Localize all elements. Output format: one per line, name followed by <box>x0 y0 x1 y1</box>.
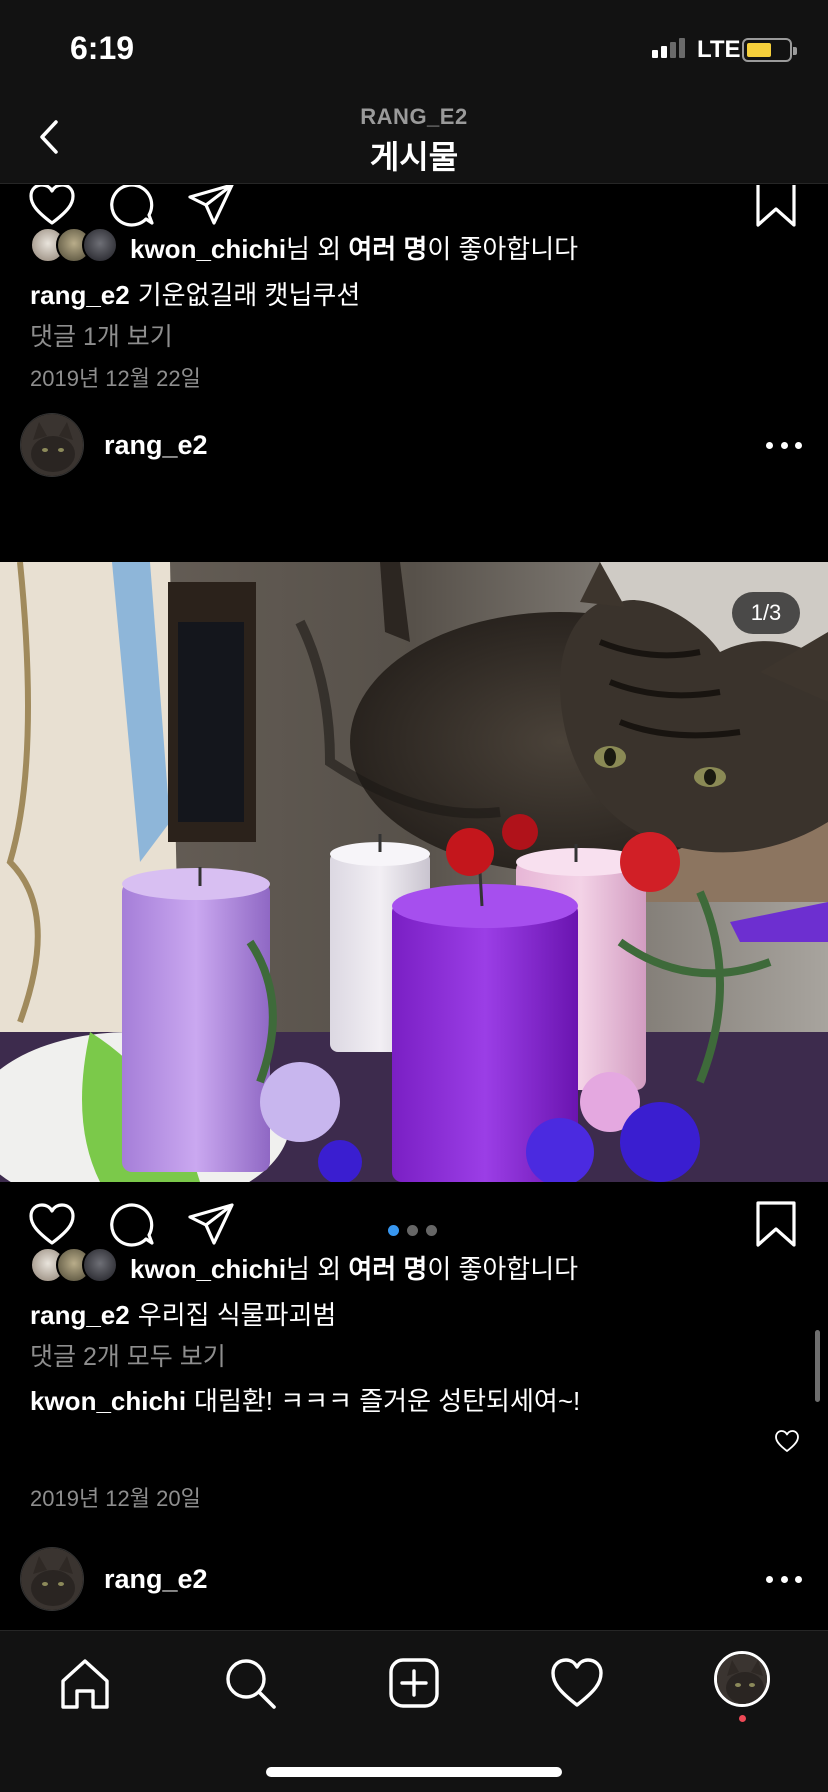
likes-others[interactable]: 여러 명 <box>348 1254 427 1284</box>
comment-username[interactable]: kwon_chichi <box>30 1386 186 1416</box>
heart-icon[interactable] <box>26 1199 78 1251</box>
photo-counter: 1/3 <box>732 592 800 634</box>
heart-icon[interactable] <box>26 185 78 231</box>
carousel-dot <box>388 1225 399 1236</box>
signal-icon <box>652 38 685 58</box>
top-comment: kwon_chichi 대림환! ㅋㅋㅋ 즐거운 성탄되세여~! <box>30 1381 580 1418</box>
post-date: 2019년 12월 20일 <box>30 1486 201 1511</box>
home-icon[interactable] <box>55 1653 115 1713</box>
search-icon[interactable] <box>220 1653 280 1713</box>
profile-avatar[interactable] <box>714 1651 770 1707</box>
liker-username[interactable]: kwon_chichi <box>130 234 286 264</box>
tab-bar <box>0 1630 828 1792</box>
post-caption: rang_e2 우리집 식물파괴범 <box>30 1295 336 1332</box>
carousel-dot <box>407 1225 418 1236</box>
comment-icon[interactable] <box>106 185 158 231</box>
carousel-indicator <box>388 1225 437 1236</box>
liker-username[interactable]: kwon_chichi <box>130 1254 286 1284</box>
post-username[interactable]: rang_e2 <box>104 430 208 461</box>
ellipsis-icon[interactable] <box>766 1573 802 1585</box>
comment-heart-icon[interactable] <box>774 1429 800 1453</box>
caption-username[interactable]: rang_e2 <box>30 280 130 310</box>
paper-plane-icon[interactable] <box>186 1199 238 1251</box>
caption-username[interactable]: rang_e2 <box>30 1300 130 1330</box>
avatar[interactable] <box>20 1547 84 1611</box>
likes-summary[interactable]: kwon_chichi님 외 여러 명이 좋아합니다 <box>130 229 578 266</box>
bookmark-icon[interactable] <box>750 1199 802 1251</box>
network-label: LTE <box>697 36 741 63</box>
likes-text-end: 이 좋아합니다 <box>427 234 579 264</box>
post-photo[interactable]: 1/3 <box>0 562 828 1182</box>
likes-text-end: 이 좋아합니다 <box>427 1254 579 1284</box>
likes-summary[interactable]: kwon_chichi님 외 여러 명이 좋아합니다 <box>130 1249 578 1286</box>
ellipsis-icon[interactable] <box>766 439 802 451</box>
liker-avatars[interactable] <box>30 1247 118 1283</box>
likes-others[interactable]: 여러 명 <box>348 234 427 264</box>
add-post-icon[interactable] <box>384 1653 444 1713</box>
liker-avatars[interactable] <box>30 227 118 263</box>
paper-plane-icon[interactable] <box>186 185 238 231</box>
nav-subtitle: RANG_E2 <box>360 104 468 129</box>
status-bar: 6:19 LTE <box>0 0 828 92</box>
page-title: 게시물 <box>369 139 459 175</box>
comment-icon[interactable] <box>106 1199 158 1251</box>
likes-text-part: 님 외 <box>286 1254 349 1284</box>
post-caption: rang_e2 기운없길래 캣닙쿠션 <box>30 275 360 312</box>
view-comments-link[interactable]: 댓글 2개 모두 보기 <box>30 1337 226 1373</box>
bookmark-icon[interactable] <box>750 185 802 231</box>
feed: kwon_chichi님 외 여러 명이 좋아합니다 rang_e2 기운없길래 … <box>0 185 828 1630</box>
avatar[interactable] <box>20 413 84 477</box>
likes-text-part: 님 외 <box>286 234 349 264</box>
comment-text: 대림환! ㅋㅋㅋ 즐거운 성탄되세여~! <box>194 1386 581 1416</box>
notification-dot <box>739 1715 746 1722</box>
caption-text: 우리집 식물파괴범 <box>137 1300 337 1330</box>
status-time: 6:19 <box>70 30 135 66</box>
battery-icon <box>742 38 797 62</box>
view-comments-link[interactable]: 댓글 1개 보기 <box>30 317 173 353</box>
post-date: 2019년 12월 22일 <box>30 366 201 391</box>
cat-candles-image <box>0 562 828 1182</box>
nav-bar: RANG_E2 게시물 <box>0 92 828 184</box>
scrollbar[interactable] <box>815 1330 820 1402</box>
home-indicator[interactable] <box>266 1767 562 1777</box>
heart-icon[interactable] <box>547 1653 607 1713</box>
carousel-dot <box>426 1225 437 1236</box>
post-username[interactable]: rang_e2 <box>104 1564 208 1595</box>
caption-text: 기운없길래 캣닙쿠션 <box>137 280 361 310</box>
